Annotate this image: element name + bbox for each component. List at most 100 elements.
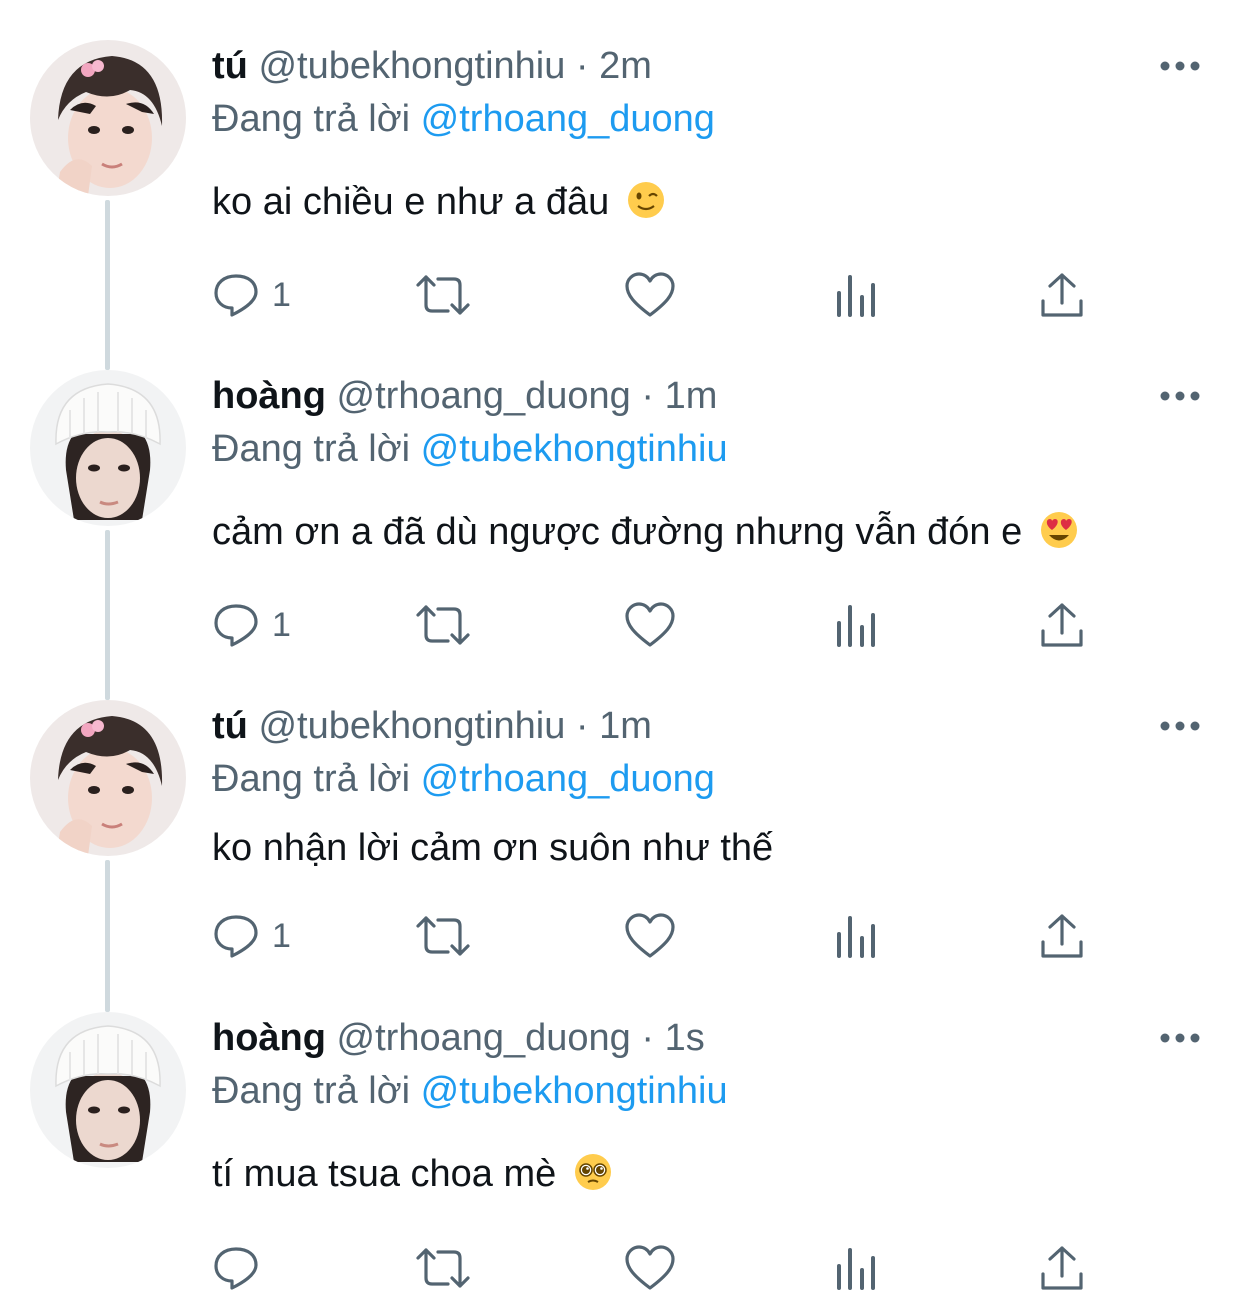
reply-thread: tú @tubekhongtinhiu · 2m Đang trả lời @t… — [0, 0, 1242, 1311]
heart-eyes-emoji-icon — [1040, 512, 1077, 548]
replying-to-line: Đang trả lời @tubekhongtinhiu — [212, 425, 728, 473]
retweet-icon — [416, 275, 470, 315]
tweet-actions: 1 — [0, 906, 1242, 966]
more-options-icon[interactable] — [1158, 386, 1202, 406]
pleading-face-emoji-icon — [574, 1154, 611, 1190]
tweet-text-content: cảm ơn a đã dù ngược đường nhưng vẫn đón… — [212, 511, 1023, 553]
replying-to-line: Đang trả lời @trhoang_duong — [212, 755, 715, 803]
retweet-icon — [416, 605, 470, 645]
like-icon — [625, 602, 675, 647]
tweet-text: ko ai chiều e như a đâu — [212, 178, 666, 226]
share-button[interactable] — [1038, 1238, 1086, 1298]
user-handle[interactable]: @tubekhongtinhiu — [258, 705, 565, 747]
like-button[interactable] — [624, 906, 676, 966]
tweet-text: tí mua tsua choa mè — [212, 1150, 613, 1198]
display-name[interactable]: tú — [212, 705, 248, 747]
avatar[interactable] — [30, 370, 186, 526]
reply-icon — [214, 274, 258, 317]
like-icon — [625, 1245, 675, 1290]
more-options-icon[interactable] — [1158, 1028, 1202, 1048]
views-button[interactable] — [832, 1238, 880, 1298]
views-icon — [837, 275, 875, 317]
like-icon — [625, 272, 675, 317]
views-icon — [837, 1248, 875, 1290]
like-icon — [625, 913, 675, 958]
separator-dot: · — [575, 45, 589, 87]
tweet-text-content: tí mua tsua choa mè — [212, 1153, 557, 1195]
more-options-icon[interactable] — [1158, 716, 1202, 736]
avatar[interactable] — [30, 700, 186, 856]
views-button[interactable] — [832, 595, 880, 655]
tweet-header: tú @tubekhongtinhiu · 2m — [212, 42, 652, 90]
user-handle[interactable]: @tubekhongtinhiu — [258, 45, 565, 87]
replying-to-line: Đang trả lời @tubekhongtinhiu — [212, 1067, 728, 1115]
reply-count: 1 — [272, 917, 291, 955]
timestamp[interactable]: 1m — [665, 375, 718, 417]
reply-icon — [214, 604, 258, 647]
retweet-button[interactable] — [414, 1238, 472, 1298]
display-name[interactable]: hoàng — [212, 375, 326, 417]
avatar[interactable] — [30, 1012, 186, 1168]
avatar[interactable] — [30, 40, 186, 196]
tweet-text-content: ko ai chiều e như a đâu — [212, 181, 610, 223]
display-name[interactable]: tú — [212, 45, 248, 87]
views-button[interactable] — [832, 265, 880, 325]
timestamp[interactable]: 1m — [599, 705, 652, 747]
tweet-actions — [0, 1238, 1242, 1298]
share-icon — [1041, 273, 1083, 317]
tweet-actions: 1 — [0, 265, 1242, 325]
tweet[interactable]: tú @tubekhongtinhiu · 1m Đang trả lời @t… — [0, 660, 1242, 972]
share-button[interactable] — [1038, 595, 1086, 655]
views-button[interactable] — [832, 906, 880, 966]
tweet[interactable]: tú @tubekhongtinhiu · 2m Đang trả lời @t… — [0, 0, 1242, 330]
replying-prefix: Đang trả lời — [212, 98, 411, 140]
reply-button[interactable]: 1 — [212, 595, 291, 655]
winking-face-emoji-icon — [627, 182, 664, 218]
tweet[interactable]: hoàng @trhoang_duong · 1s Đang trả lời @… — [0, 972, 1242, 1311]
display-name[interactable]: hoàng — [212, 1017, 326, 1059]
replying-prefix: Đang trả lời — [212, 428, 411, 470]
timestamp[interactable]: 2m — [599, 45, 652, 87]
replying-to-line: Đang trả lời @trhoang_duong — [212, 95, 715, 143]
user-handle[interactable]: @trhoang_duong — [337, 375, 631, 417]
user-handle[interactable]: @trhoang_duong — [337, 1017, 631, 1059]
retweet-button[interactable] — [414, 906, 472, 966]
reply-button[interactable]: 1 — [212, 265, 291, 325]
share-icon — [1041, 1246, 1083, 1290]
reply-icon — [214, 915, 258, 958]
reply-button[interactable] — [212, 1238, 272, 1298]
retweet-button[interactable] — [414, 595, 472, 655]
mention-link[interactable]: @tubekhongtinhiu — [421, 428, 728, 470]
avatar-pink-clip-icon — [30, 700, 186, 856]
tweet-header: hoàng @trhoang_duong · 1s — [212, 1014, 705, 1062]
reply-icon — [214, 1247, 258, 1290]
tweet-text: ko nhận lời cảm ơn suôn như thế — [212, 824, 773, 872]
views-icon — [837, 605, 875, 647]
reply-button[interactable]: 1 — [212, 906, 291, 966]
tweet-text: cảm ơn a đã dù ngược đường nhưng vẫn đón… — [212, 508, 1079, 556]
mention-link[interactable]: @trhoang_duong — [421, 98, 715, 140]
mention-link[interactable]: @tubekhongtinhiu — [421, 1070, 728, 1112]
like-button[interactable] — [624, 1238, 676, 1298]
reply-count: 1 — [272, 276, 291, 314]
tweet-header: tú @tubekhongtinhiu · 1m — [212, 702, 652, 750]
retweet-icon — [416, 916, 470, 956]
retweet-button[interactable] — [414, 265, 472, 325]
separator-dot: · — [641, 375, 655, 417]
tweet[interactable]: hoàng @trhoang_duong · 1m Đang trả lời @… — [0, 330, 1242, 660]
like-button[interactable] — [624, 265, 676, 325]
avatar-pink-clip-icon — [30, 40, 186, 196]
views-icon — [837, 916, 875, 958]
reply-count: 1 — [272, 606, 291, 644]
mention-link[interactable]: @trhoang_duong — [421, 758, 715, 800]
avatar-white-beanie-icon — [30, 1012, 186, 1168]
timestamp[interactable]: 1s — [665, 1017, 705, 1059]
tweet-text-content: ko nhận lời cảm ơn suôn như thế — [212, 827, 774, 869]
like-button[interactable] — [624, 595, 676, 655]
share-button[interactable] — [1038, 906, 1086, 966]
share-icon — [1041, 914, 1083, 958]
share-button[interactable] — [1038, 265, 1086, 325]
more-options-icon[interactable] — [1158, 56, 1202, 76]
separator-dot: · — [641, 1017, 655, 1059]
share-icon — [1041, 603, 1083, 647]
